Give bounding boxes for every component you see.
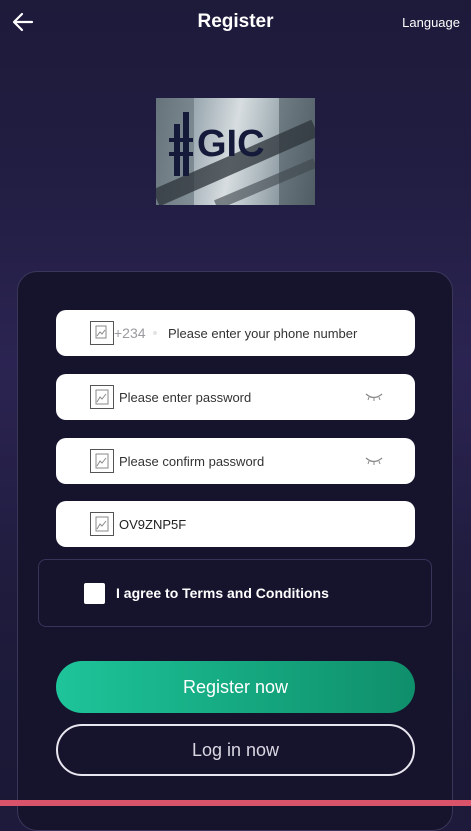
register-button[interactable]: Register now bbox=[56, 661, 415, 713]
lock-image-icon bbox=[90, 449, 114, 473]
phone-input[interactable] bbox=[168, 310, 398, 356]
logo-graphic: GIC bbox=[156, 98, 315, 205]
page-title: Register bbox=[197, 11, 274, 32]
phone-image-icon bbox=[90, 321, 114, 345]
language-button[interactable]: Language bbox=[402, 15, 460, 30]
phone-field[interactable]: +234 bbox=[56, 310, 415, 356]
invite-code-field[interactable] bbox=[56, 501, 415, 547]
confirm-password-field[interactable] bbox=[56, 438, 415, 484]
company-logo: GIC bbox=[156, 98, 315, 205]
eye-closed-icon[interactable] bbox=[365, 456, 383, 466]
lock-image-icon bbox=[90, 385, 114, 409]
confirm-password-input[interactable] bbox=[119, 438, 369, 484]
separator-dot bbox=[153, 331, 157, 335]
password-input[interactable] bbox=[119, 374, 369, 420]
header-bar: Register Language bbox=[0, 0, 471, 46]
terms-checkbox[interactable] bbox=[84, 583, 105, 604]
password-field[interactable] bbox=[56, 374, 415, 420]
logo-text: GIC bbox=[197, 123, 265, 165]
code-image-icon bbox=[90, 512, 114, 536]
invite-code-input[interactable] bbox=[119, 501, 369, 547]
terms-label[interactable]: I agree to Terms and Conditions bbox=[116, 585, 329, 601]
login-button[interactable]: Log in now bbox=[56, 724, 415, 776]
bottom-accent-bar bbox=[0, 800, 471, 806]
country-code[interactable]: +234 bbox=[114, 325, 146, 341]
eye-closed-icon[interactable] bbox=[365, 392, 383, 402]
